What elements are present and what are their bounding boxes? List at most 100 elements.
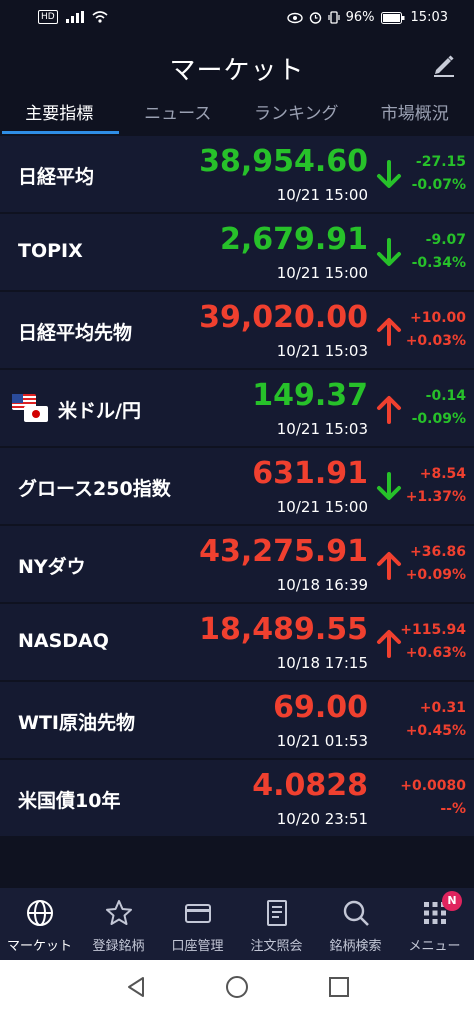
home-icon[interactable] (225, 975, 249, 999)
market-row[interactable]: TOPIX 2,679.91 10/21 15:00 -9.07 -0.34% (0, 214, 474, 290)
arrow-down-icon (377, 238, 401, 266)
eye-icon (286, 12, 303, 23)
wifi-icon (92, 11, 108, 23)
market-row[interactable]: WTI原油先物 69.00 10/21 01:53 +0.31 +0.45% (0, 682, 474, 758)
market-row[interactable]: 日経平均先物 39,020.00 10/21 15:03 +10.00 +0.03% (0, 292, 474, 368)
market-row[interactable]: 米ドル/円 149.37 10/21 15:03 -0.14 -0.09% (0, 370, 474, 446)
market-name: 米ドル/円 (58, 400, 141, 422)
market-timestamp: 10/21 01:53 (276, 732, 368, 750)
nav-search[interactable]: 銘柄検索 (316, 888, 395, 960)
nav-label: 口座管理 (171, 939, 224, 954)
market-price: 149.37 (252, 378, 368, 413)
tab-news[interactable]: ニュース (119, 94, 238, 134)
back-icon[interactable] (124, 975, 148, 999)
globe-icon (26, 900, 53, 926)
market-name: 米国債10年 (18, 790, 121, 812)
market-change-percent: -0.07% (411, 177, 466, 193)
nav-label: マーケット (6, 939, 72, 954)
nav-label: メニュー (408, 939, 461, 954)
battery-icon (380, 11, 405, 24)
market-timestamp: 10/21 15:00 (276, 264, 368, 282)
market-name: グロース250指数 (18, 478, 171, 500)
market-row[interactable]: NYダウ 43,275.91 10/18 16:39 +36.86 +0.09% (0, 526, 474, 602)
us-jp-flag-icon (12, 392, 50, 424)
market-change: -0.14 (425, 388, 466, 404)
market-name: 日経平均先物 (18, 322, 133, 344)
bottom-nav: マーケット 登録銘柄 口座管理 注文照会 銘柄検索 メニュー (0, 888, 474, 960)
market-name: TOPIX (18, 240, 83, 262)
market-price: 4.0828 (252, 768, 368, 803)
tab-market-overview[interactable]: 市場概況 (356, 94, 474, 134)
hd-indicator: HD (38, 10, 58, 24)
status-bar: HD 96% 15:03 (0, 0, 474, 36)
market-price: 69.00 (273, 690, 368, 725)
tab-ranking[interactable]: ランキング (237, 94, 356, 134)
market-name: NASDAQ (18, 630, 109, 652)
market-timestamp: 10/21 15:00 (276, 498, 368, 516)
arrow-down-icon (377, 472, 401, 500)
nav-market[interactable]: マーケット (0, 888, 79, 960)
nav-label: 注文照会 (250, 939, 303, 954)
market-change: +8.54 (419, 466, 466, 482)
market-change-percent: +0.63% (405, 645, 466, 661)
market-change: +36.86 (409, 544, 466, 560)
market-change: -9.07 (425, 232, 466, 248)
market-name: WTI原油先物 (18, 712, 135, 734)
market-change-percent: -0.09% (411, 411, 466, 427)
star-icon (105, 900, 132, 925)
market-name: 日経平均 (18, 166, 95, 188)
market-change-percent: -0.34% (411, 255, 466, 271)
market-timestamp: 10/18 16:39 (276, 576, 368, 594)
vibrate-icon (328, 11, 340, 24)
market-price: 38,954.60 (199, 144, 368, 179)
signal-icon (65, 11, 84, 23)
market-price: 18,489.55 (199, 612, 368, 647)
system-nav-bar (0, 960, 474, 1014)
market-row[interactable]: 日経平均 38,954.60 10/21 15:00 -27.15 -0.07% (0, 136, 474, 212)
nav-label: 銘柄検索 (329, 939, 382, 954)
clock: 15:03 (410, 10, 448, 25)
menu-notification-badge: N (442, 891, 462, 911)
market-change: +0.0080 (400, 778, 466, 794)
market-change-percent: +0.03% (405, 333, 466, 349)
market-timestamp: 10/21 15:03 (276, 420, 368, 438)
market-list: 日経平均 38,954.60 10/21 15:00 -27.15 -0.07% TOPI… (0, 136, 474, 838)
market-change: +10.00 (409, 310, 466, 326)
tab-major-indices[interactable]: 主要指標 (0, 94, 119, 134)
market-timestamp: 10/18 17:15 (276, 654, 368, 672)
market-change-percent: +1.37% (405, 489, 466, 505)
market-change: +115.94 (400, 622, 466, 638)
nav-watchlist[interactable]: 登録銘柄 (79, 888, 158, 960)
nav-account[interactable]: 口座管理 (158, 888, 237, 960)
market-change-percent: --% (440, 801, 466, 817)
arrow-up-icon (377, 318, 401, 346)
recent-apps-icon[interactable] (327, 975, 351, 999)
market-name: NYダウ (18, 556, 86, 578)
market-timestamp: 10/20 23:51 (276, 810, 368, 828)
nav-label: 登録銘柄 (92, 939, 145, 954)
market-row[interactable]: 米国債10年 4.0828 10/20 23:51 +0.0080 --% (0, 760, 474, 836)
arrow-up-icon (377, 396, 401, 424)
search-icon (343, 900, 369, 926)
market-change: +0.31 (419, 700, 466, 716)
document-icon (266, 900, 287, 926)
market-price: 43,275.91 (199, 534, 368, 569)
nav-orders[interactable]: 注文照会 (237, 888, 316, 960)
market-row[interactable]: グロース250指数 631.91 10/21 15:00 +8.54 +1.37% (0, 448, 474, 524)
app-header: マーケット (0, 36, 474, 94)
market-timestamp: 10/21 15:03 (276, 342, 368, 360)
card-icon (184, 904, 211, 923)
arrow-up-icon (377, 552, 401, 580)
market-price: 2,679.91 (219, 222, 368, 257)
market-price: 631.91 (252, 456, 368, 491)
battery-percent: 96% (345, 10, 375, 25)
edit-pencil-icon[interactable] (430, 50, 458, 78)
nav-menu[interactable]: メニュー (395, 888, 474, 960)
market-timestamp: 10/21 15:00 (276, 186, 368, 204)
market-change-percent: +0.09% (405, 567, 466, 583)
alarm-icon (309, 12, 321, 24)
tab-bar: 主要指標 ニュース ランキング 市場概況 (0, 94, 474, 134)
market-row[interactable]: NASDAQ 18,489.55 10/18 17:15 +115.94 +0.63% (0, 604, 474, 680)
market-change: -27.15 (415, 154, 466, 170)
arrow-up-icon (377, 630, 401, 658)
